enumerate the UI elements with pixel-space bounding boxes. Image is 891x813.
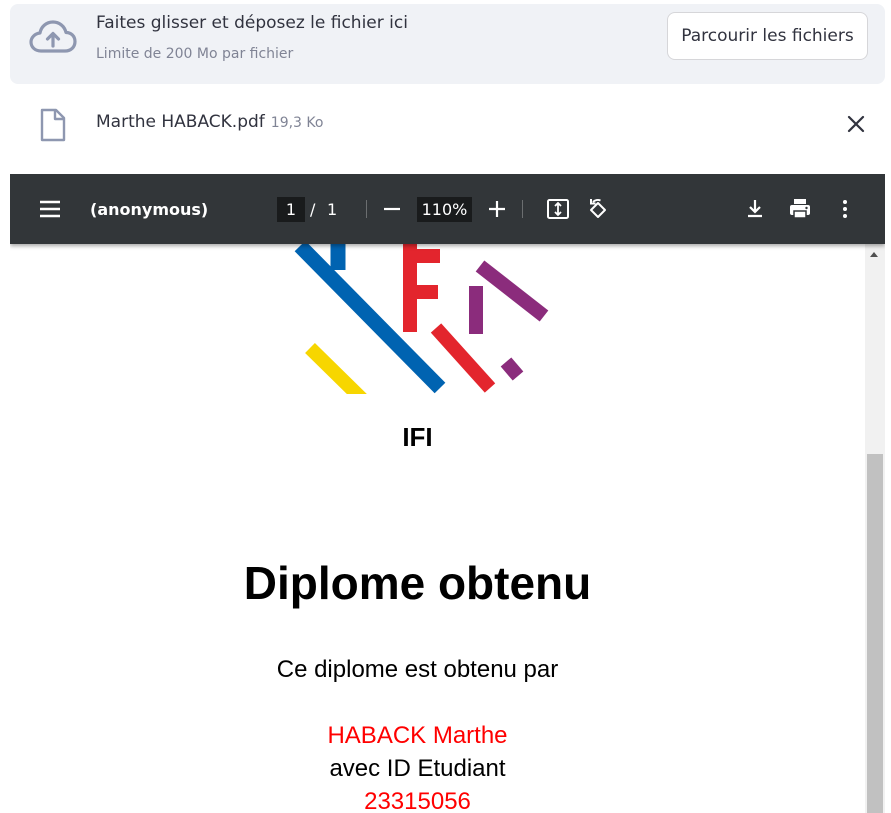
dropzone-title: Faites glisser et déposez le fichier ici — [96, 13, 408, 33]
logo-text: IFI — [402, 422, 433, 452]
rotate-icon[interactable] — [585, 196, 611, 222]
document-title: (anonymous) — [90, 200, 209, 219]
file-size: 19,3 Ko — [270, 115, 324, 131]
zoom-in-icon[interactable] — [484, 196, 510, 222]
student-id: 23315056 — [364, 788, 471, 813]
page-total: 1 — [327, 200, 338, 219]
print-icon[interactable] — [787, 196, 813, 222]
uploaded-file-row: Marthe HABACK.pdf 19,3 Ko — [10, 100, 885, 150]
page-number-input[interactable]: 1 — [277, 197, 305, 222]
scrollbar-thumb[interactable] — [867, 454, 883, 813]
browse-files-button[interactable]: Parcourir les fichiers — [667, 12, 868, 60]
close-icon[interactable] — [845, 113, 867, 135]
download-icon[interactable] — [742, 196, 768, 222]
student-id-label: avec ID Etudiant — [329, 755, 506, 782]
pdf-viewer: (anonymous) 1 / 1 110% IFI Diplome obten… — [10, 174, 885, 813]
toolbar-divider — [522, 200, 523, 218]
file-name: Marthe HABACK.pdf 19,3 Ko — [96, 112, 323, 132]
pdf-page: IFI Diplome obtenu Ce diplome est obtenu… — [10, 240, 865, 813]
cloud-upload-icon — [29, 20, 77, 53]
menu-icon[interactable] — [37, 198, 63, 220]
page-separator: / — [310, 200, 316, 219]
dropzone-limit: Limite de 200 Mo par fichier — [96, 46, 294, 62]
more-options-icon[interactable] — [832, 196, 858, 222]
file-icon — [40, 108, 66, 142]
file-name-text: Marthe HABACK.pdf — [96, 112, 265, 132]
diploma-title: Diplome obtenu — [243, 557, 592, 609]
fit-page-icon[interactable] — [545, 196, 571, 222]
file-dropzone[interactable]: Faites glisser et déposez le fichier ici… — [10, 4, 885, 84]
pdf-toolbar: (anonymous) 1 / 1 110% — [10, 174, 885, 244]
toolbar-divider — [366, 200, 367, 218]
zoom-input[interactable]: 110% — [417, 197, 472, 222]
pdf-scrollbar[interactable] — [865, 244, 885, 813]
student-name: HABACK Marthe — [327, 722, 508, 749]
scroll-up-arrow-icon[interactable] — [870, 252, 878, 257]
diploma-intro: Ce diplome est obtenu par — [276, 656, 559, 683]
zoom-out-icon[interactable] — [379, 196, 405, 222]
